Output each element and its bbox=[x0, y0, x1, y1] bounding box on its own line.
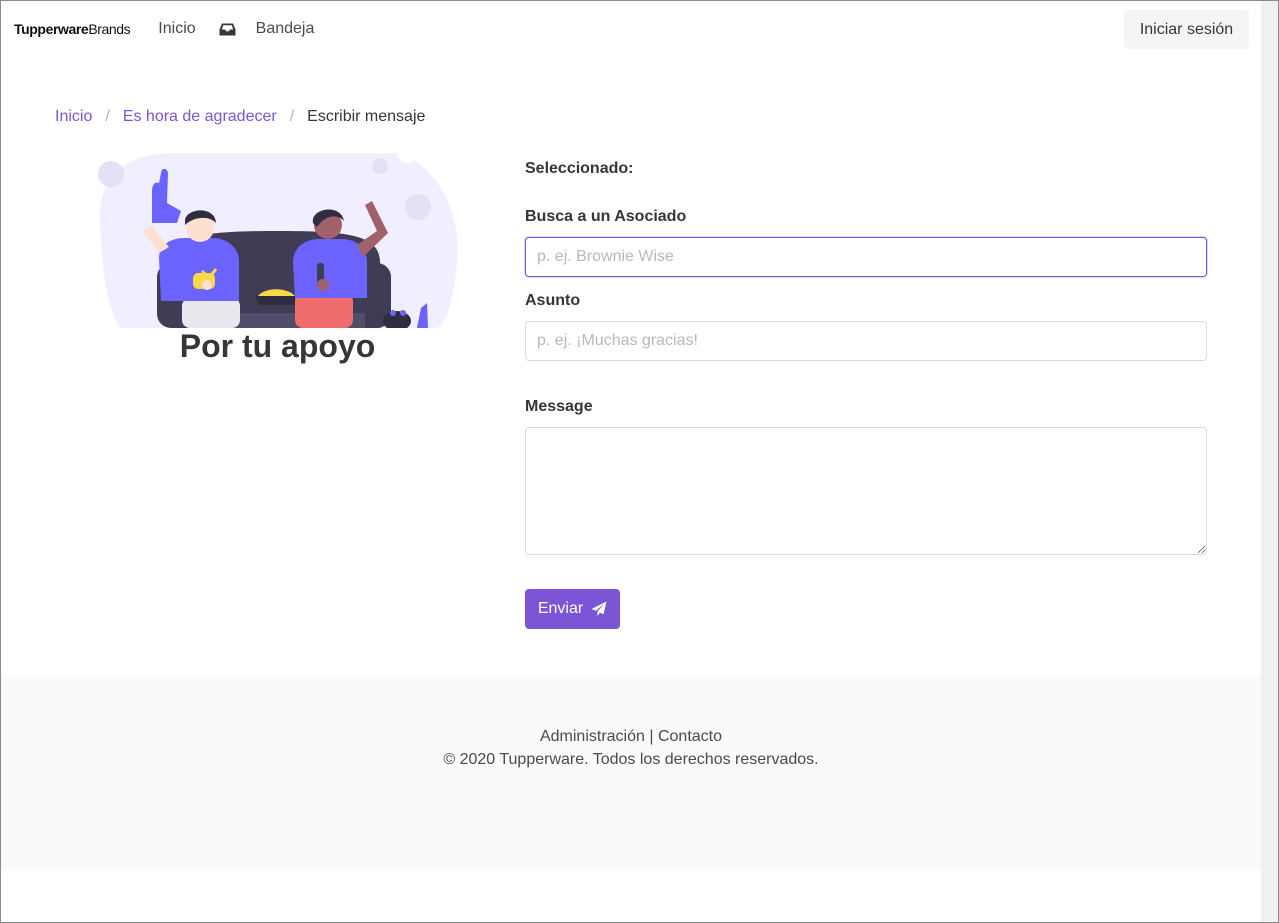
scrollbar-gutter[interactable] bbox=[1261, 1, 1278, 922]
message-label: Message bbox=[525, 398, 593, 415]
send-button[interactable]: Enviar bbox=[525, 589, 620, 629]
breadcrumb-item-thanks[interactable]: Es hora de agradecer bbox=[123, 108, 277, 126]
footer-links: Administración | Contacto bbox=[1, 728, 1261, 746]
nav-link-home[interactable]: Inicio bbox=[158, 20, 195, 38]
breadcrumb-current: Escribir mensaje bbox=[307, 108, 426, 125]
brand-logo-light: Brands bbox=[88, 21, 131, 37]
send-button-label: Enviar bbox=[537, 600, 584, 617]
selected-label: Seleccionado: bbox=[525, 160, 634, 177]
login-button[interactable]: Iniciar sesión bbox=[1124, 10, 1249, 49]
brand-logo[interactable]: TupperwareBrands bbox=[14, 21, 131, 37]
footer-divider: | bbox=[649, 728, 654, 745]
nav-link-inbox[interactable]: Bandeja bbox=[256, 20, 315, 38]
footer: Administración | Contacto © 2020 Tupperw… bbox=[1, 677, 1261, 869]
search-associate-input[interactable] bbox=[525, 237, 1207, 277]
footer-copyright: © 2020 Tupperware. Todos los derechos re… bbox=[443, 751, 819, 768]
breadcrumb-separator: / bbox=[105, 108, 110, 125]
top-navbar: TupperwareBrands Inicio Bandeja Iniciar … bbox=[1, 1, 1261, 57]
breadcrumb-separator: / bbox=[289, 108, 295, 125]
subject-input[interactable] bbox=[525, 321, 1207, 361]
subject-label: Asunto bbox=[525, 292, 581, 309]
paper-plane-icon bbox=[591, 601, 607, 617]
search-associate-label: Busca a un Asociado bbox=[525, 208, 687, 225]
hero-title: Por tu apoyo bbox=[179, 328, 376, 364]
footer-link-admin[interactable]: Administración bbox=[540, 728, 645, 745]
brand-logo-bold: Tupperware bbox=[14, 21, 89, 37]
message-textarea[interactable] bbox=[525, 427, 1207, 555]
inbox-icon[interactable] bbox=[219, 23, 236, 36]
footer-link-contact[interactable]: Contacto bbox=[658, 728, 722, 745]
breadcrumb-item-home[interactable]: Inicio bbox=[55, 108, 92, 126]
breadcrumb: Inicio / Es hora de agradecer / Escribir… bbox=[55, 108, 425, 126]
hero-illustration bbox=[95, 153, 460, 328]
